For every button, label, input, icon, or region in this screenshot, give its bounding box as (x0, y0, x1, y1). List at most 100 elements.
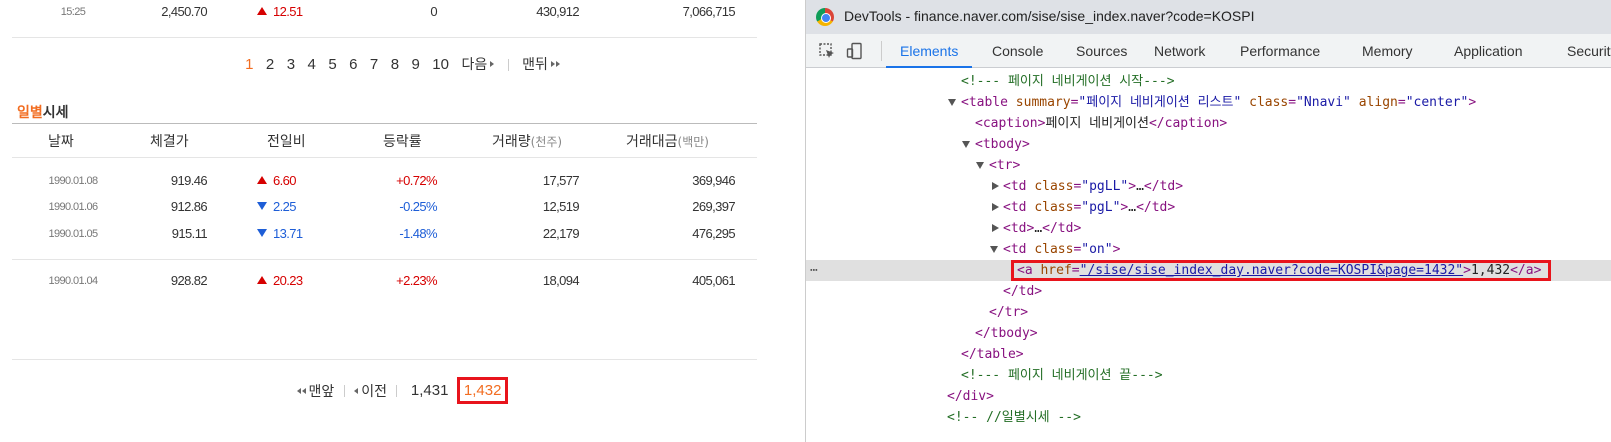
down-arrow-icon (257, 229, 267, 237)
first-arrow-icon (296, 387, 301, 394)
selected-dom-node[interactable]: ⋯ <a href="/sise/sise_index_day.naver?cod… (806, 260, 1611, 281)
last-page-link[interactable]: 맨뒤 (518, 54, 564, 74)
dom-node[interactable]: <tr> (806, 155, 1611, 176)
next-arrow-icon (490, 61, 495, 67)
row-volume: 22,179 (542, 226, 580, 241)
page-link-7[interactable]: 7 (366, 56, 382, 73)
devtools-titlebar: DevTools - finance.naver.com/sise/sise_i… (806, 0, 1611, 34)
collapse-toggle-icon[interactable] (992, 182, 999, 190)
header-volume: 거래량(천주) (492, 134, 563, 150)
expand-toggle-icon[interactable] (962, 141, 970, 148)
header-amount: 거래대금(백만) (626, 134, 709, 150)
row-change: 12.51 (257, 0, 347, 24)
dom-node[interactable]: <!-- //일별시세 --> (806, 407, 1611, 428)
row-date: 1990.01.06 (48, 201, 98, 213)
header-rate: 등락률 (383, 134, 422, 150)
row-date: 1990.01.05 (48, 228, 98, 240)
header-date: 날짜 (48, 134, 74, 150)
page-link-10[interactable]: 10 (428, 56, 453, 73)
chrome-icon (816, 8, 834, 26)
last-arrow-icon (550, 61, 555, 67)
page-link-3[interactable]: 3 (283, 56, 299, 73)
row-change: 6.60 (257, 169, 347, 193)
row-volume: 18,094 (542, 273, 580, 288)
row-rate: 0 (430, 4, 437, 19)
row-rate: -0.25% (399, 199, 437, 214)
dom-node[interactable]: <tbody> (806, 134, 1611, 155)
table-row: 1990.01.06 912.86 2.25 -0.25% 12,519 269… (12, 195, 757, 219)
row-amount: 7,066,715 (682, 4, 736, 19)
dom-node[interactable]: <!--- 페이지 네비게이션 시작---> (806, 71, 1611, 92)
row-amount: 405,061 (692, 273, 735, 288)
row-date: 1990.01.08 (48, 175, 98, 187)
page-link-1431[interactable]: 1,431 (407, 382, 453, 399)
dom-node[interactable]: <table summary="페이지 네비게이션 리스트" class="Nn… (806, 92, 1611, 113)
dom-node[interactable]: <caption>페이지 네비게이션</caption> (806, 113, 1611, 134)
row-rate: +0.72% (396, 173, 437, 188)
tab-network[interactable]: Network (1154, 34, 1205, 68)
header-bottom-border (12, 157, 757, 158)
device-toolbar-icon[interactable] (846, 42, 864, 60)
more-actions-icon[interactable]: ⋯ (810, 260, 818, 281)
page-link-1[interactable]: 1 (241, 56, 257, 73)
tab-elements[interactable]: Elements (885, 34, 973, 68)
row-rate: -1.48% (399, 226, 437, 241)
dom-node[interactable]: </tbody> (806, 323, 1611, 344)
expand-toggle-icon[interactable] (990, 246, 998, 253)
up-arrow-icon (257, 176, 267, 184)
page-link-5[interactable]: 5 (324, 56, 340, 73)
row-close: 2,450.70 (161, 4, 207, 19)
tab-memory[interactable]: Memory (1362, 34, 1413, 68)
row-amount: 476,295 (692, 226, 735, 241)
devtools-title: DevTools - finance.naver.com/sise/sise_i… (844, 8, 1255, 24)
page-link-8[interactable]: 8 (387, 56, 403, 73)
separator (343, 384, 345, 397)
collapse-toggle-icon[interactable] (992, 224, 999, 232)
page-link-6[interactable]: 6 (345, 56, 361, 73)
inspect-element-icon[interactable] (818, 42, 836, 60)
page-link-1432-current[interactable]: 1,432 (456, 377, 509, 404)
collapse-toggle-icon[interactable] (992, 203, 999, 211)
next-page-link[interactable]: 다음 (457, 54, 498, 74)
tab-performance[interactable]: Performance (1240, 34, 1320, 68)
dom-node[interactable]: <td class="pgLL">…</td> (806, 176, 1611, 197)
first-page-link[interactable]: 맨앞 (296, 381, 334, 401)
up-arrow-icon (257, 7, 267, 15)
page-link-9[interactable]: 9 (408, 56, 424, 73)
row-date: 1990.01.04 (48, 275, 98, 287)
dom-node[interactable]: </div> (806, 386, 1611, 407)
dom-node[interactable]: </table> (806, 344, 1611, 365)
separator (507, 58, 509, 71)
prev-page-link[interactable]: 이전 (354, 381, 387, 401)
row-volume: 17,577 (542, 173, 580, 188)
elements-tree: <!--- 페이지 네비게이션 시작---> <table summary="페… (806, 69, 1611, 442)
highlight-box (1011, 260, 1551, 281)
expand-toggle-icon[interactable] (976, 162, 984, 169)
row-close: 915.11 (171, 226, 208, 241)
dom-node[interactable]: <td class="on"> (806, 239, 1611, 260)
expand-toggle-icon[interactable] (948, 99, 956, 106)
section-title: 일별시세 (17, 105, 69, 121)
divider (12, 37, 757, 38)
dom-node[interactable]: </td> (806, 281, 1611, 302)
dom-node[interactable]: </tr> (806, 302, 1611, 323)
tab-security[interactable]: Security (1567, 34, 1611, 68)
row-close: 912.86 (170, 199, 208, 214)
dom-node[interactable]: <td class="pgL">…</td> (806, 197, 1611, 218)
page-link-2[interactable]: 2 (262, 56, 278, 73)
tab-application[interactable]: Application (1454, 34, 1523, 68)
up-arrow-icon (257, 276, 267, 284)
tab-sources[interactable]: Sources (1076, 34, 1127, 68)
row-amount: 269,397 (692, 199, 735, 214)
prev-arrow-icon (354, 387, 359, 394)
row-change: 13.71 (257, 222, 347, 246)
page-link-4[interactable]: 4 (304, 56, 320, 73)
separator (396, 384, 398, 397)
stock-page: 15:25 2,450.70 12.51 0 430,912 7,066,715… (0, 0, 805, 442)
bottom-pagination: 맨앞 이전 1,431 1,432 (0, 377, 805, 404)
row-change: 2.25 (257, 195, 347, 219)
toolbar-separator (881, 41, 882, 61)
dom-node[interactable]: <!--- 페이지 네비게이션 끝---> (806, 365, 1611, 386)
tab-console[interactable]: Console (992, 34, 1043, 68)
dom-node[interactable]: <td>…</td> (806, 218, 1611, 239)
